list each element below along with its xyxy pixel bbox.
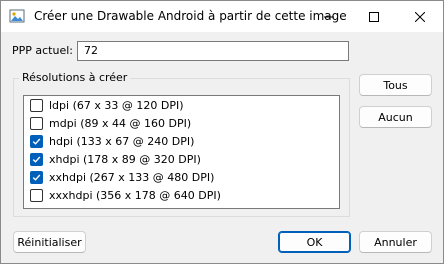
- dialog-window: Créer une Drawable Android à partir de c…: [0, 0, 444, 264]
- ppp-label: PPP actuel:: [12, 44, 73, 57]
- checkbox[interactable]: [30, 189, 43, 202]
- list-item-label: ldpi (67 x 33 @ 120 DPI): [49, 99, 184, 112]
- checkbox[interactable]: [30, 117, 43, 130]
- title-bar[interactable]: Créer une Drawable Android à partir de c…: [1, 1, 443, 32]
- ppp-input[interactable]: 72: [77, 41, 349, 61]
- checkmark-icon: [32, 138, 41, 145]
- checkmark-icon: [32, 156, 41, 163]
- list-item-label: xhdpi (178 x 89 @ 320 DPI): [49, 153, 201, 166]
- list-item-hdpi[interactable]: hdpi (133 x 67 @ 240 DPI): [30, 133, 194, 150]
- select-none-button[interactable]: Aucun: [359, 106, 432, 128]
- window-title: Créer une Drawable Android à partir de c…: [34, 9, 347, 23]
- checkbox[interactable]: [30, 135, 43, 148]
- minimize-icon: [323, 16, 334, 17]
- maximize-icon: [368, 11, 379, 22]
- checkmark-icon: [32, 174, 41, 181]
- select-all-button[interactable]: Tous: [359, 74, 432, 96]
- checkbox[interactable]: [30, 171, 43, 184]
- checkbox[interactable]: [30, 153, 43, 166]
- ok-button[interactable]: OK: [278, 231, 351, 253]
- minimize-button[interactable]: [306, 1, 351, 32]
- maximize-button[interactable]: [351, 1, 396, 32]
- list-item-label: xxxhdpi (356 x 178 @ 640 DPI): [49, 189, 221, 202]
- close-icon: [414, 11, 425, 22]
- list-item-xxxhdpi[interactable]: xxxhdpi (356 x 178 @ 640 DPI): [30, 187, 221, 204]
- list-item-xxhdpi[interactable]: xxhdpi (267 x 133 @ 480 DPI): [30, 169, 214, 186]
- resolutions-list[interactable]: ldpi (67 x 33 @ 120 DPI) mdpi (89 x 44 @…: [23, 95, 340, 209]
- checkbox[interactable]: [30, 99, 43, 112]
- resolutions-group-legend: Résolutions à créer: [19, 71, 131, 84]
- list-item-label: mdpi (89 x 44 @ 160 DPI): [49, 117, 192, 130]
- list-item-label: hdpi (133 x 67 @ 240 DPI): [49, 135, 195, 148]
- cancel-button[interactable]: Annuler: [359, 231, 432, 253]
- image-icon: [9, 9, 25, 23]
- list-item-label: xxhdpi (267 x 133 @ 480 DPI): [49, 171, 215, 184]
- list-item-mdpi[interactable]: mdpi (89 x 44 @ 160 DPI): [30, 115, 191, 132]
- list-item-ldpi[interactable]: ldpi (67 x 33 @ 120 DPI): [30, 97, 184, 114]
- reset-button[interactable]: Réinitialiser: [13, 231, 86, 253]
- list-item-xhdpi[interactable]: xhdpi (178 x 89 @ 320 DPI): [30, 151, 201, 168]
- close-button[interactable]: [397, 1, 442, 32]
